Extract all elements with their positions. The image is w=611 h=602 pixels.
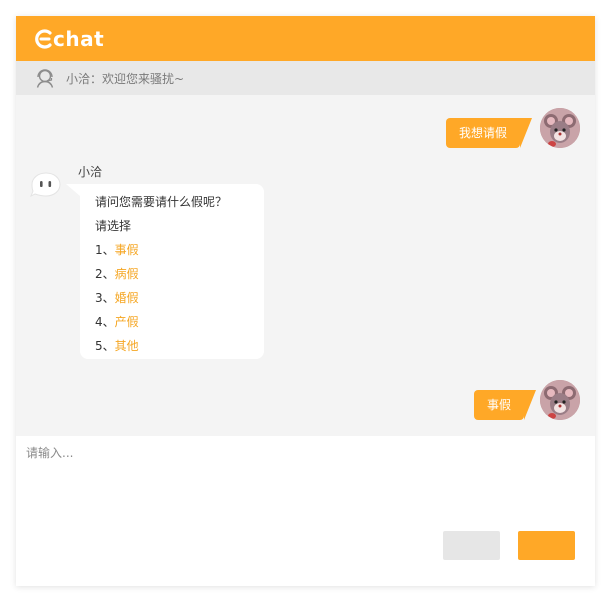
user-message-bubble: 我想请假 [446, 118, 533, 148]
option-link-sick-leave[interactable]: 病假 [115, 267, 139, 281]
user-message-bubble: 事假 [474, 390, 537, 420]
agent-greeting: 小洽：欢迎您来骚扰~ [66, 71, 185, 86]
option-item: 1、事假 [95, 238, 264, 262]
option-number: 2、 [95, 267, 115, 281]
option-number: 1、 [95, 243, 115, 257]
option-link-maternity-leave[interactable]: 产假 [115, 315, 139, 329]
option-link-personal-leave[interactable]: 事假 [115, 243, 139, 257]
user-avatar [540, 380, 580, 420]
option-item: 5、其他 [95, 334, 264, 358]
chat-window: chat 小洽：欢迎您来骚扰~ 我想请假 小洽 请问您需要请什么假呢？ 请选择 … [16, 16, 595, 586]
option-item: 4、产假 [95, 310, 264, 334]
composer [16, 436, 595, 586]
option-item: 2、病假 [95, 262, 264, 286]
message-input[interactable] [26, 444, 581, 524]
bot-message-bubble: 请问您需要请什么假呢？ 请选择 1、事假 2、病假 3、婚假 4、产假 5、其他 [66, 184, 264, 359]
headset-agent-icon [36, 69, 54, 88]
send-button[interactable] [518, 531, 575, 560]
logo-e-icon [35, 29, 52, 49]
option-number: 4、 [95, 315, 115, 329]
header-bar: chat [16, 16, 595, 61]
logo-text: chat [53, 27, 105, 51]
user-message-text: 我想请假 [459, 126, 508, 140]
agent-status-bar: 小洽：欢迎您来骚扰~ [16, 61, 595, 95]
user-avatar [540, 108, 580, 148]
bot-prompt: 请选择 [95, 219, 132, 233]
option-link-other[interactable]: 其他 [115, 339, 139, 353]
bot-question: 请问您需要请什么假呢？ [95, 195, 228, 209]
cancel-button[interactable] [443, 531, 500, 560]
message-list[interactable]: 我想请假 小洽 请问您需要请什么假呢？ 请选择 1、事假 2、病假 3、婚假 4… [16, 95, 595, 436]
option-number: 3、 [95, 291, 115, 305]
bot-name: 小洽 [78, 165, 103, 179]
echat-logo: chat [34, 24, 104, 54]
option-link-marriage-leave[interactable]: 婚假 [115, 291, 139, 305]
bot-avatar-icon [30, 172, 61, 198]
user-message-text: 事假 [487, 398, 512, 412]
option-number: 5、 [95, 339, 115, 353]
option-item: 3、婚假 [95, 286, 264, 310]
